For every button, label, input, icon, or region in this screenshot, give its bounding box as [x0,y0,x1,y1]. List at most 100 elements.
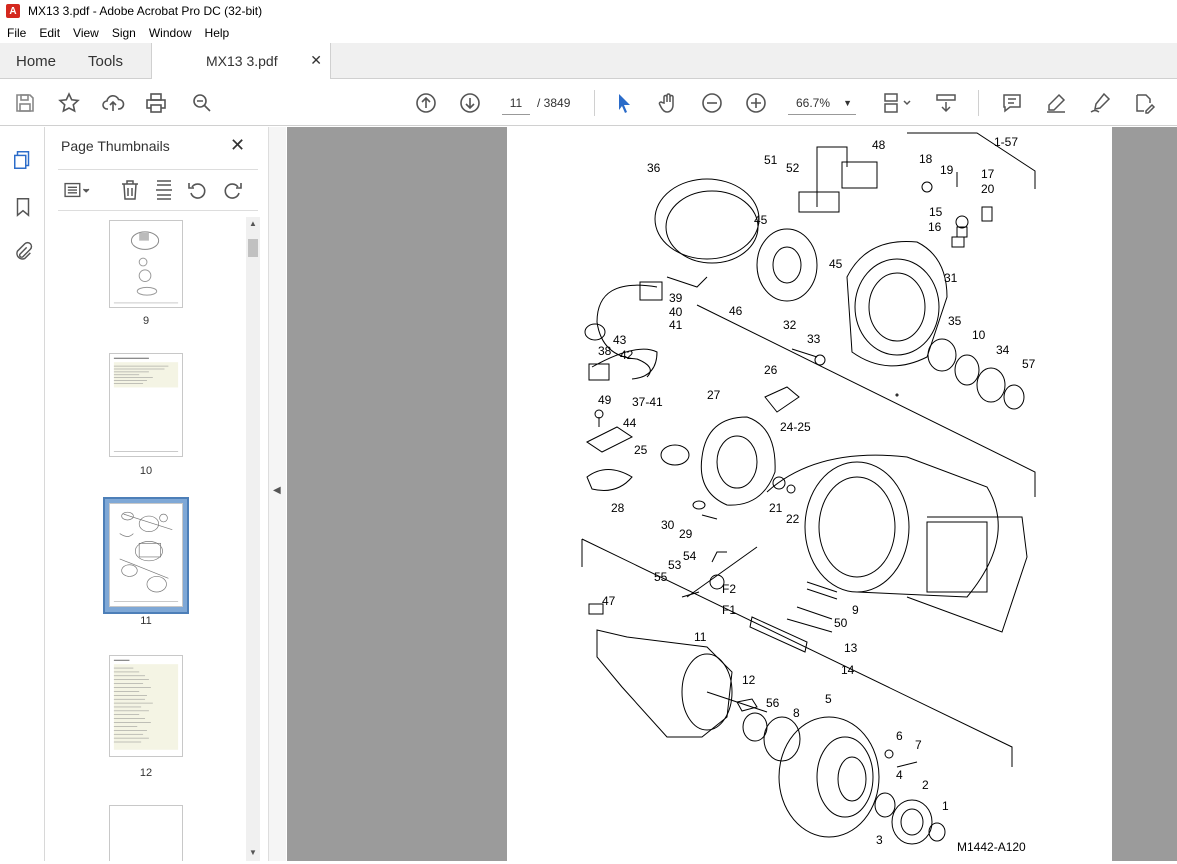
pdf-page: 1-57 36 51 52 48 18 19 17 20 15 16 45 45 31 46 39 40 41 43… [507,127,1114,861]
close-panel-icon[interactable]: ✕ [230,135,245,156]
page-thumbnails-icon[interactable] [10,147,36,173]
part-callout-label: 27 [707,388,721,402]
thumbnail-page-12[interactable] [109,655,183,757]
rotate-left-icon[interactable] [186,178,210,202]
window-title: MX13 3.pdf - Adobe Acrobat Pro DC (32-bi… [28,4,263,18]
panel-splitter[interactable]: ◀ [268,127,286,861]
draw-sign-icon[interactable] [1086,89,1114,117]
save-icon[interactable] [11,89,39,117]
part-callout-label: 34 [996,343,1010,357]
part-callout-label: 36 [647,161,661,175]
page-up-icon[interactable] [412,89,440,117]
close-tab-icon[interactable]: ✕ [310,52,322,69]
thumbnail-page-13[interactable] [109,805,183,861]
page-number-input[interactable]: 11 [502,91,530,115]
toolbar-divider [594,90,595,116]
upload-cloud-icon[interactable] [99,89,127,117]
part-callout-label: 40 [669,305,683,319]
part-callout-label: 48 [872,138,886,152]
page-display-icon[interactable] [878,89,916,117]
delete-icon[interactable] [118,178,142,202]
tab-document[interactable]: MX13 3.pdf ✕ [151,43,331,79]
part-callout-label: 16 [928,220,942,234]
part-callout-label: 46 [729,304,743,318]
insert-page-icon[interactable] [152,178,176,202]
part-callout-label: 53 [668,558,682,572]
toolbar-divider [978,90,979,116]
part-callout-label: 33 [807,332,821,346]
part-callout-label: 18 [919,152,933,166]
scroll-mode-icon[interactable] [932,89,960,117]
bookmark-star-icon[interactable] [55,89,83,117]
part-callout-label: 1 [942,799,949,813]
page-down-icon[interactable] [456,89,484,117]
comment-icon[interactable] [998,89,1026,117]
thumbnail-scrollbar[interactable]: ▲ ▼ [246,217,260,861]
attachment-icon[interactable] [10,239,36,265]
part-callout-label: 37-41 [632,395,663,409]
part-callout-label: 35 [948,314,962,328]
zoom-out-icon[interactable] [698,89,726,117]
part-callout-label: 2 [922,778,929,792]
menu-sign[interactable]: Sign [105,26,142,40]
part-callout-label: 55 [654,570,668,584]
acrobat-icon: A [6,4,20,18]
part-callout-label: 15 [929,205,943,219]
scroll-down-icon[interactable]: ▼ [249,848,257,857]
menu-view[interactable]: View [66,26,105,40]
rotate-right-icon[interactable] [220,178,244,202]
title-bar: A MX13 3.pdf - Adobe Acrobat Pro DC (32-… [0,0,1177,22]
thumbnail-tools [58,169,258,211]
scroll-up-icon[interactable]: ▲ [249,219,257,228]
part-callout-label: 4 [896,768,903,782]
part-callout-label: 30 [661,518,675,532]
part-callout-label: 39 [669,291,683,305]
part-callout-label: 42 [620,348,634,362]
menu-help[interactable]: Help [198,26,236,40]
options-menu-icon[interactable] [60,178,94,202]
part-callout-label: 57 [1022,357,1036,371]
select-cursor-icon[interactable] [610,89,638,117]
document-viewer[interactable]: 1-57 36 51 52 48 18 19 17 20 15 16 45 45 31 46 39 40 41 43… [287,127,1177,861]
tab-home[interactable]: Home [16,53,56,70]
part-callout-label: 29 [679,527,693,541]
menu-edit[interactable]: Edit [32,26,66,40]
highlight-pen-icon[interactable] [1042,89,1070,117]
tab-tools[interactable]: Tools [88,53,123,70]
part-callout-label: 32 [783,318,797,332]
part-callout-label: 17 [981,167,995,181]
part-callout-label: 6 [896,729,903,743]
part-callout-label: 7 [915,738,922,752]
part-callout-label: 13 [844,641,858,655]
part-callout-label: 43 [613,333,627,347]
part-callout-label: 54 [683,549,697,563]
part-callout-label: 56 [766,696,780,710]
part-callout-label: 14 [841,663,855,677]
menu-window[interactable]: Window [142,26,198,40]
part-callout-label: 52 [786,161,800,175]
hand-tool-icon[interactable] [654,89,682,117]
panel-title: Page Thumbnails [61,138,170,154]
print-icon[interactable] [142,89,170,117]
tab-bar: Home Tools MX13 3.pdf ✕ [0,43,1177,79]
zoom-level-value: 66.7% [796,96,831,110]
zoom-search-icon[interactable] [188,89,216,117]
menu-file[interactable]: File [0,26,32,40]
thumbnails-panel: Page Thumbnails ✕ 9 10 11 12 ▲ ▼ [46,127,268,861]
thumbnail-label: 12 [139,767,153,779]
thumbnail-page-9[interactable] [109,220,183,308]
scrollbar-thumb[interactable] [248,239,258,257]
part-callout-label: F1 [722,603,736,617]
share-edit-icon[interactable] [1130,89,1158,117]
bookmark-icon[interactable] [10,194,36,220]
zoom-level-select[interactable]: 66.7% ▼ [788,91,856,115]
collapse-panel-icon[interactable]: ◀ [273,485,281,496]
part-callout-label: F2 [722,582,736,596]
part-callout-label: 24-25 [780,420,811,434]
thumbnail-page-10[interactable] [109,353,183,457]
zoom-in-icon[interactable] [742,89,770,117]
thumbnail-list: 9 10 11 12 [46,217,254,861]
chevron-down-icon: ▼ [843,98,852,108]
part-callout-label: 45 [829,257,843,271]
thumbnail-page-11[interactable] [109,503,183,607]
